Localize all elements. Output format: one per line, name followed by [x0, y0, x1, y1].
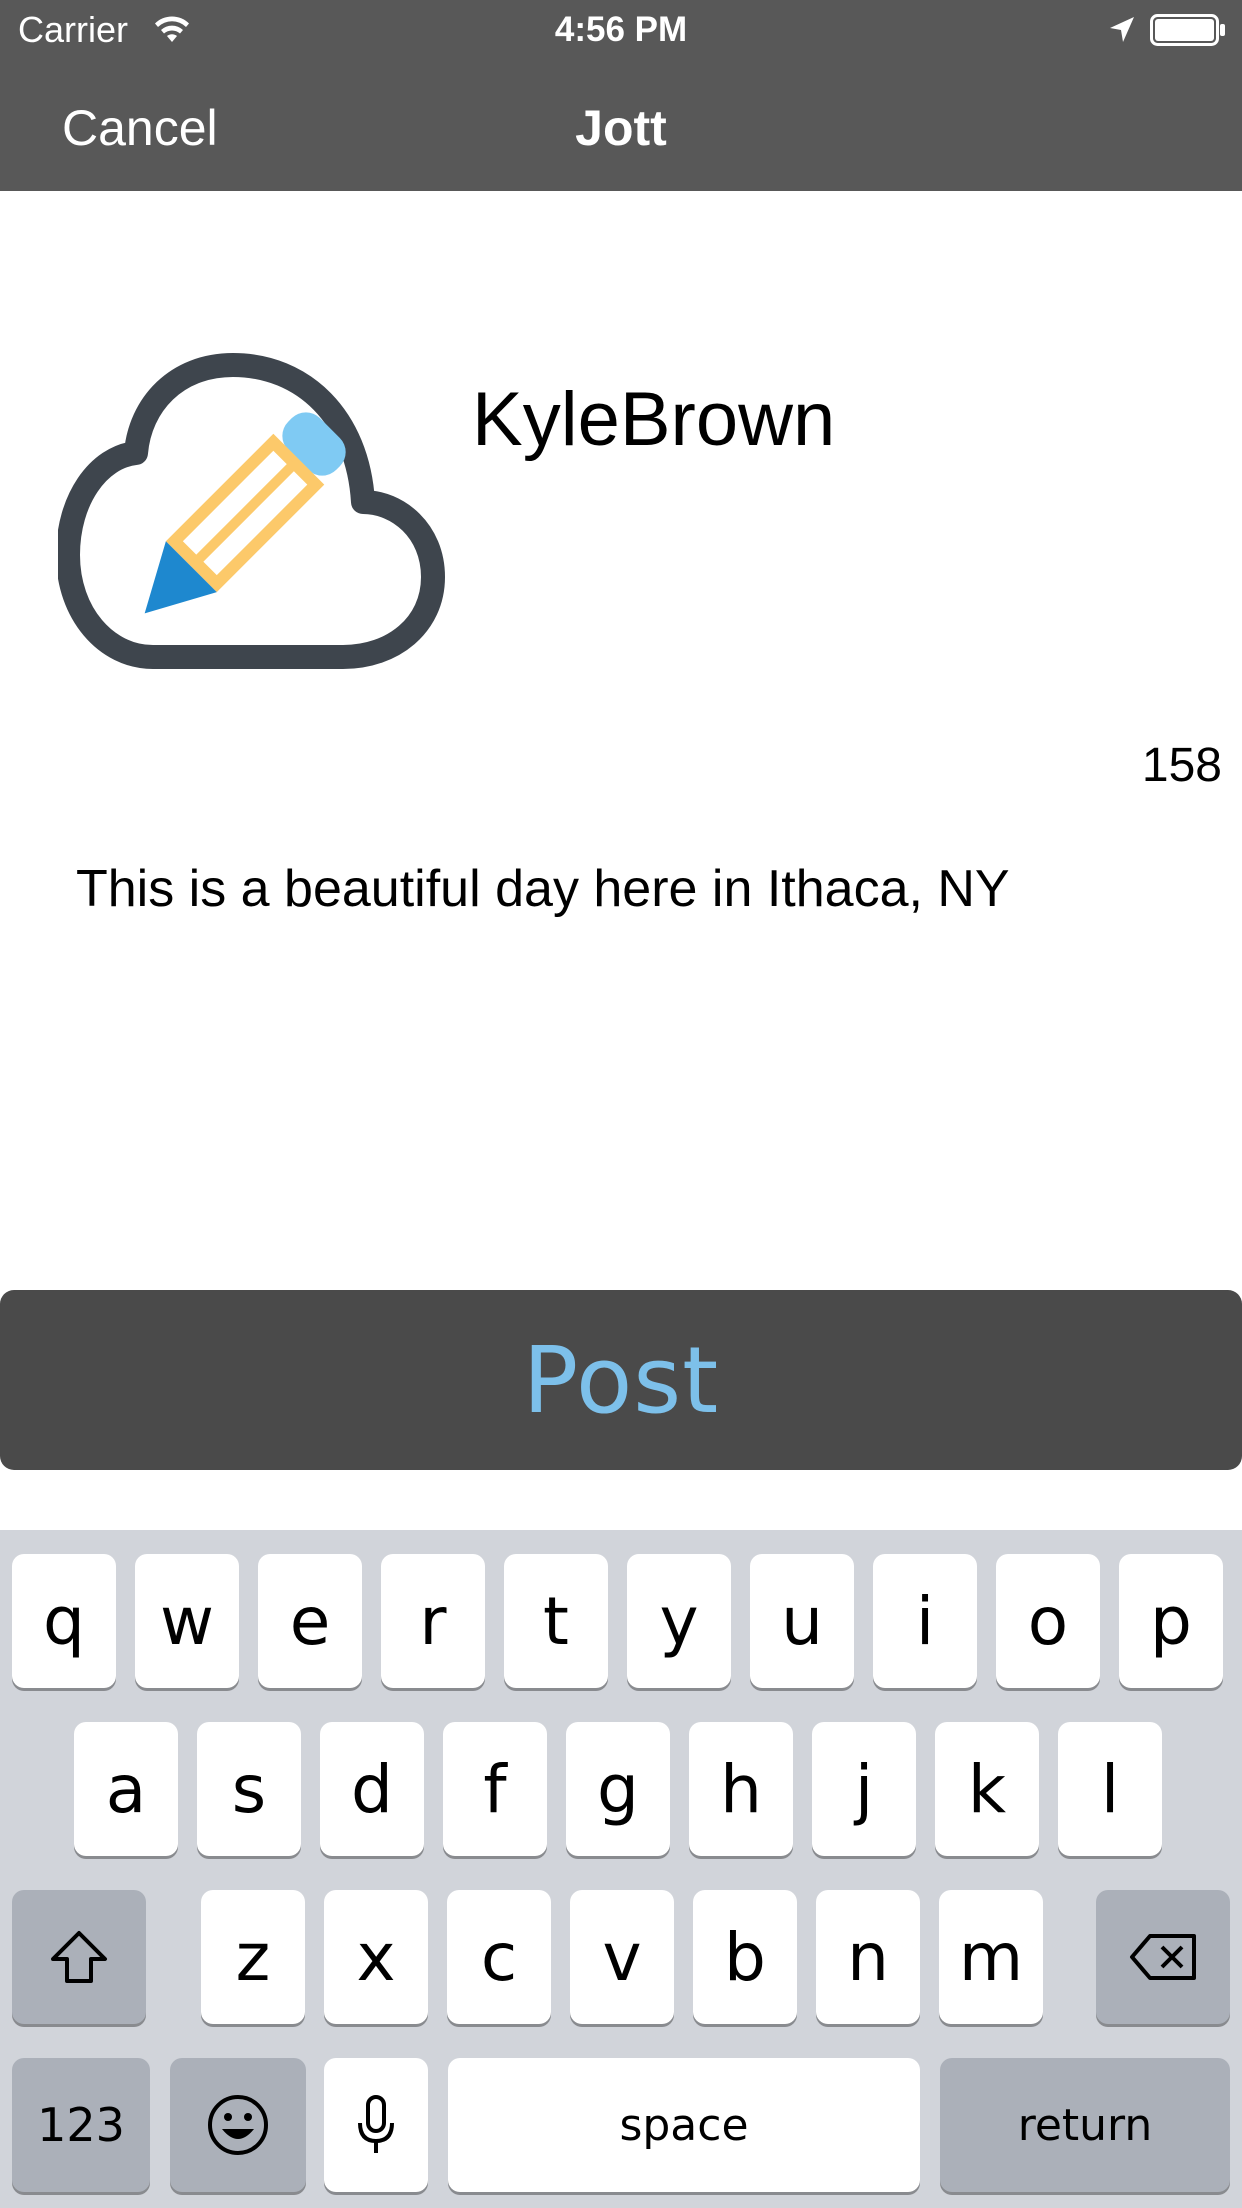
numbers-key[interactable]: 123 [12, 2058, 150, 2192]
key-l[interactable]: l [1058, 1722, 1162, 1856]
backspace-icon [1130, 1934, 1196, 1980]
post-button-label: Post [522, 1326, 720, 1434]
keyboard: qwertyuiop asdfghjkl zxcvbnm 123 space r… [0, 1530, 1242, 2208]
nav-title: Jott [575, 100, 667, 156]
key-v[interactable]: v [570, 1890, 674, 2024]
key-s[interactable]: s [197, 1722, 301, 1856]
key-z[interactable]: z [201, 1890, 305, 2024]
key-q[interactable]: q [12, 1554, 116, 1688]
key-a[interactable]: a [74, 1722, 178, 1856]
key-d[interactable]: d [320, 1722, 424, 1856]
key-g[interactable]: g [566, 1722, 670, 1856]
backspace-key[interactable] [1096, 1890, 1230, 2024]
key-j[interactable]: j [812, 1722, 916, 1856]
username-label: KyleBrown [472, 377, 836, 462]
key-x[interactable]: x [324, 1890, 428, 2024]
key-b[interactable]: b [693, 1890, 797, 2024]
microphone-icon [358, 2095, 394, 2153]
key-h[interactable]: h [689, 1722, 793, 1856]
key-e[interactable]: e [258, 1554, 362, 1688]
battery-icon [1150, 14, 1225, 46]
character-count: 158 [1141, 739, 1222, 792]
key-c[interactable]: c [447, 1890, 551, 2024]
key-w[interactable]: w [135, 1554, 239, 1688]
return-key[interactable]: return [940, 2058, 1230, 2192]
key-y[interactable]: y [627, 1554, 731, 1688]
emoji-icon [208, 2095, 268, 2155]
key-u[interactable]: u [750, 1554, 854, 1688]
post-text-input[interactable]: This is a beautiful day here in Ithaca, … [76, 858, 1176, 920]
space-key[interactable]: space [448, 2058, 920, 2192]
cloud-pencil-logo [58, 353, 445, 669]
navigation-bar: Carrier 4:56 PM Cancel Jott [0, 0, 1242, 191]
shift-icon [51, 1931, 107, 1983]
key-f[interactable]: f [443, 1722, 547, 1856]
post-button[interactable]: Post [0, 1290, 1242, 1470]
microphone-key[interactable] [324, 2058, 428, 2192]
location-arrow-icon [1110, 17, 1134, 42]
key-p[interactable]: p [1119, 1554, 1223, 1688]
shift-key[interactable] [12, 1890, 146, 2024]
key-n[interactable]: n [816, 1890, 920, 2024]
key-k[interactable]: k [935, 1722, 1039, 1856]
status-time: 4:56 PM [554, 10, 688, 49]
key-m[interactable]: m [939, 1890, 1043, 2024]
key-i[interactable]: i [873, 1554, 977, 1688]
key-t[interactable]: t [504, 1554, 608, 1688]
emoji-key[interactable] [170, 2058, 306, 2192]
key-o[interactable]: o [996, 1554, 1100, 1688]
key-r[interactable]: r [381, 1554, 485, 1688]
